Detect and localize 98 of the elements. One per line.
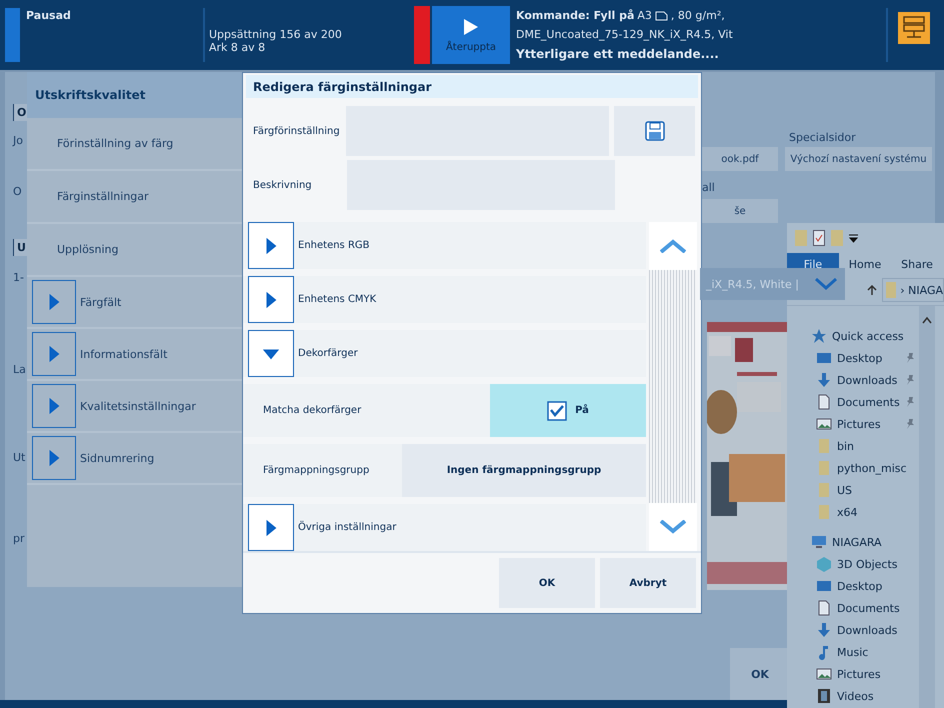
nav-item[interactable]: 3D Objects bbox=[787, 553, 919, 575]
pictures-icon bbox=[816, 666, 832, 682]
paper-weight: , 80 g/m², bbox=[670, 9, 725, 22]
document-icon bbox=[816, 600, 832, 616]
alert-marker bbox=[414, 6, 430, 64]
count-text: Ark 8 av 8 bbox=[209, 41, 266, 54]
field-label: pr bbox=[13, 532, 25, 545]
expand-button[interactable] bbox=[248, 276, 294, 323]
cancel-button[interactable]: Avbryt bbox=[600, 558, 696, 608]
printer-state: Pausad bbox=[26, 8, 72, 24]
expand-button[interactable] bbox=[248, 222, 294, 269]
section-label: Dekorfärger bbox=[298, 348, 358, 359]
server-icon[interactable] bbox=[898, 12, 930, 44]
download-icon bbox=[816, 372, 832, 388]
nav-group[interactable]: Quick access bbox=[787, 325, 919, 347]
checklist-icon[interactable] bbox=[813, 230, 825, 246]
toggle-button[interactable]: På bbox=[490, 384, 646, 437]
folder-icon bbox=[816, 482, 832, 498]
nav-item[interactable]: Pictures bbox=[787, 663, 919, 685]
save-icon bbox=[644, 121, 665, 141]
pictures-icon bbox=[816, 416, 832, 432]
section-label: Sidnumrering bbox=[80, 452, 154, 464]
scroll-up-button[interactable] bbox=[649, 222, 697, 270]
nav-item[interactable]: Documents bbox=[787, 391, 919, 413]
folder-icon bbox=[816, 504, 832, 520]
settings-field: še bbox=[702, 199, 778, 223]
nav-item[interactable]: Documents bbox=[787, 597, 919, 619]
nav-item[interactable]: Music bbox=[787, 641, 919, 663]
cube-icon bbox=[816, 556, 832, 572]
document-icon bbox=[816, 394, 832, 410]
field-label: La bbox=[13, 363, 26, 376]
section-label: Enhetens RGB bbox=[298, 240, 370, 251]
nav-item[interactable]: Downloads bbox=[787, 369, 919, 391]
expand-button[interactable] bbox=[32, 384, 76, 428]
chevron-down-icon bbox=[815, 278, 837, 290]
nav-group[interactable]: NIAGARA bbox=[787, 531, 919, 553]
next-label: Kommande: Fyll på bbox=[516, 9, 634, 22]
field-label: Ut bbox=[13, 451, 26, 464]
field-label: Färgförinställning bbox=[253, 124, 341, 138]
section-label: Informationsfält bbox=[80, 348, 168, 360]
folder-icon bbox=[816, 460, 832, 476]
nav-item[interactable]: Pictures bbox=[787, 413, 919, 435]
monitor-icon bbox=[816, 578, 832, 594]
expand-button[interactable] bbox=[248, 504, 294, 551]
mapping-group-select[interactable]: Ingen färgmappningsgrupp bbox=[402, 444, 646, 497]
caret-up-icon bbox=[922, 316, 932, 324]
monitor-icon bbox=[816, 350, 832, 366]
nav-item[interactable]: Downloads bbox=[787, 619, 919, 641]
section-label: Kvalitetsinställningar bbox=[80, 400, 196, 412]
nav-item[interactable]: Videos bbox=[787, 685, 919, 707]
field-label: Specialsidor bbox=[789, 131, 856, 144]
field-label: Beskrivning bbox=[253, 178, 313, 192]
address-field[interactable]: › NIAGA bbox=[882, 278, 944, 302]
status-marker bbox=[5, 8, 20, 62]
dropdown-icon[interactable] bbox=[849, 234, 858, 242]
computer-icon bbox=[811, 534, 827, 550]
play-icon bbox=[463, 18, 479, 36]
expand-button[interactable] bbox=[32, 280, 76, 324]
message-text[interactable]: Ytterligare ett meddelande.... bbox=[516, 47, 884, 61]
chevron-down-icon bbox=[660, 520, 686, 534]
section-label: Färgfält bbox=[80, 296, 122, 308]
nav-item[interactable]: bin bbox=[787, 435, 919, 457]
up-arrow-icon[interactable] bbox=[867, 285, 877, 295]
collapse-button[interactable] bbox=[248, 330, 294, 377]
setting-label: Matcha dekorfärger bbox=[262, 404, 362, 418]
ribbon-tab[interactable]: Share bbox=[891, 253, 943, 275]
paper-size: A3 bbox=[637, 9, 652, 22]
field-label: Jo bbox=[13, 134, 23, 147]
save-button[interactable] bbox=[614, 106, 696, 156]
chevron-up-icon bbox=[660, 239, 686, 253]
scroll-down-button[interactable] bbox=[649, 503, 697, 551]
file-name-field: ook.pdf bbox=[702, 147, 778, 171]
nav-item[interactable]: Desktop bbox=[787, 347, 919, 369]
field-label: all bbox=[702, 181, 715, 194]
section-label: Enhetens CMYK bbox=[298, 294, 376, 305]
download-icon bbox=[816, 622, 832, 638]
expand-button[interactable] bbox=[32, 332, 76, 376]
ok-button[interactable]: OK bbox=[730, 648, 790, 700]
paper-icon bbox=[654, 10, 668, 20]
nav-item[interactable]: Desktop bbox=[787, 575, 919, 597]
special-pages-field: Výchozí nastavení systému bbox=[785, 147, 932, 171]
field-label: O bbox=[13, 185, 22, 198]
folder-icon bbox=[816, 438, 832, 454]
media-name: DME_Uncoated_75-129_NK_iX_R4.5, Vit bbox=[516, 28, 734, 41]
field-label: 1- bbox=[13, 271, 24, 284]
scrollbar[interactable] bbox=[918, 306, 935, 708]
ok-button[interactable]: OK bbox=[499, 558, 595, 608]
nav-item[interactable]: x64 bbox=[787, 501, 919, 523]
film-icon bbox=[816, 688, 832, 704]
nav-item[interactable]: US bbox=[787, 479, 919, 501]
folder-icon bbox=[886, 282, 896, 298]
section-label: Övriga inställningar bbox=[298, 522, 396, 533]
star-icon bbox=[811, 328, 827, 344]
count-text: Uppsättning 156 av 200 bbox=[209, 28, 343, 41]
dialog-title: Redigera färginställningar bbox=[246, 75, 698, 98]
setting-label: Färgmappningsgrupp bbox=[262, 464, 370, 478]
nav-item[interactable]: python_misc bbox=[787, 457, 919, 479]
expand-button[interactable] bbox=[32, 436, 76, 480]
